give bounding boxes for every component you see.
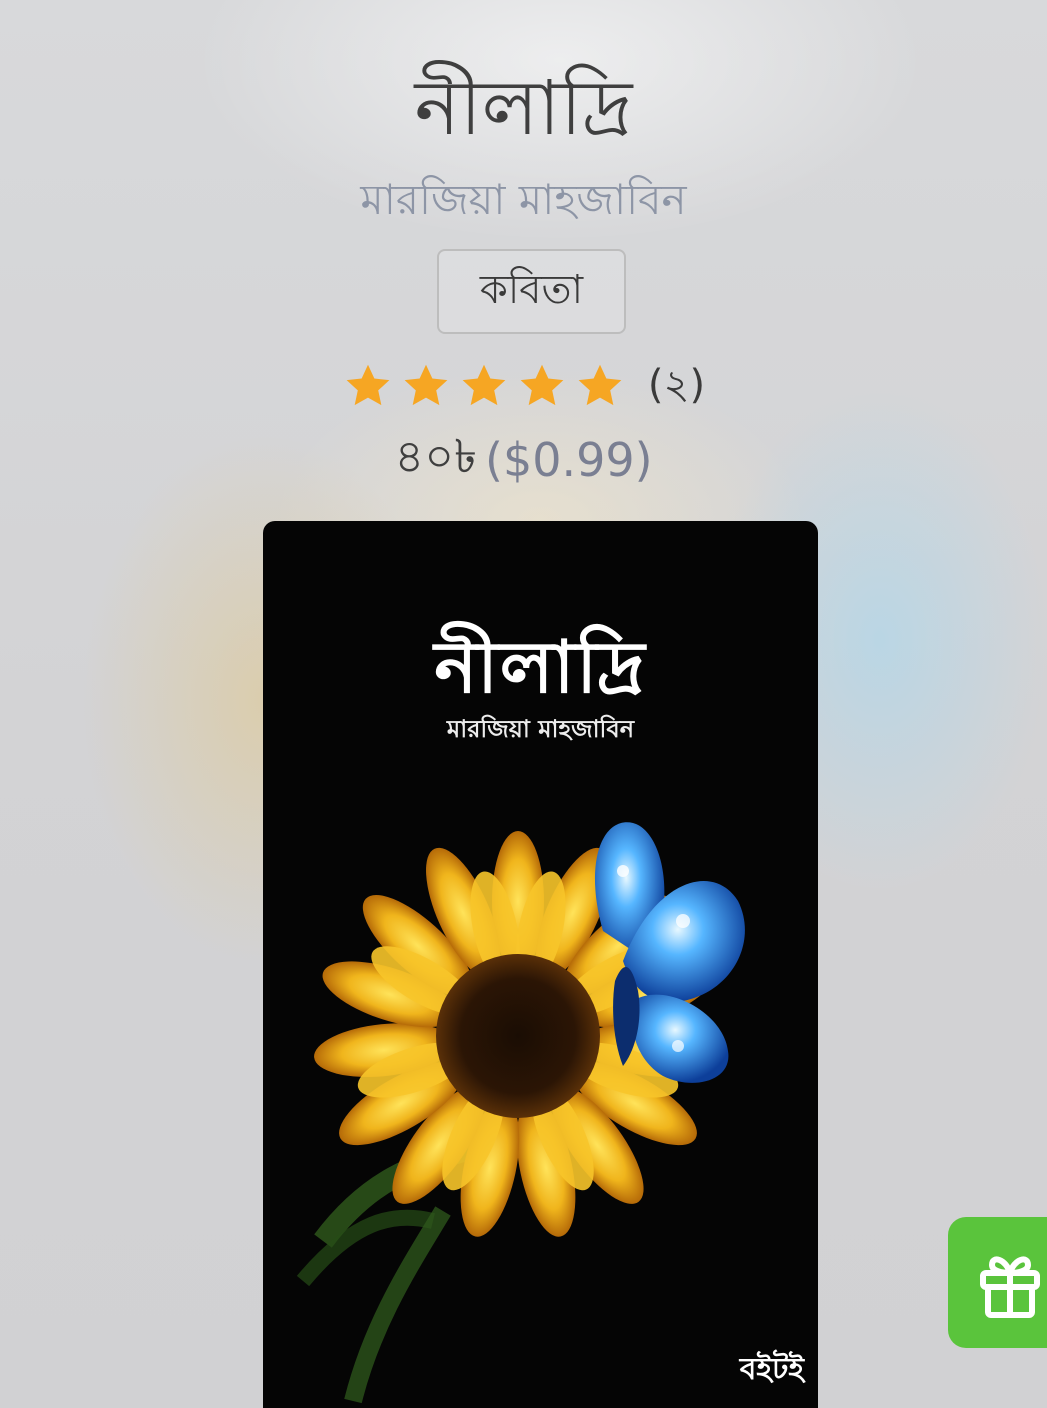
star-icon	[520, 364, 564, 406]
price: ৪০৳ ($0.99)	[0, 428, 1047, 492]
star-icon	[578, 364, 622, 406]
book-author[interactable]: মারজিয়া মাহজাবিন	[0, 170, 1047, 230]
star-icon	[462, 364, 506, 406]
genre-tag[interactable]: কবিতা	[437, 249, 626, 334]
gift-icon	[980, 1256, 1040, 1318]
cover-author: মারজিয়া মাহজাবিন	[446, 715, 635, 743]
price-bdt: ৪০৳	[394, 429, 478, 483]
publisher-logo: বইটই	[739, 1352, 804, 1387]
price-usd: ($0.99)	[485, 433, 653, 487]
book-cover[interactable]: নীলাদ্রি মারজিয়া মাহজাবিন বইটই	[263, 521, 818, 1408]
star-icon	[346, 364, 390, 406]
rating[interactable]: (২)	[0, 356, 1047, 416]
star-icon	[404, 364, 448, 406]
rating-stars	[342, 361, 626, 411]
gift-button[interactable]	[948, 1217, 1047, 1348]
book-title: নীলাদ্রি	[414, 63, 633, 152]
rating-count: (২)	[647, 361, 706, 408]
